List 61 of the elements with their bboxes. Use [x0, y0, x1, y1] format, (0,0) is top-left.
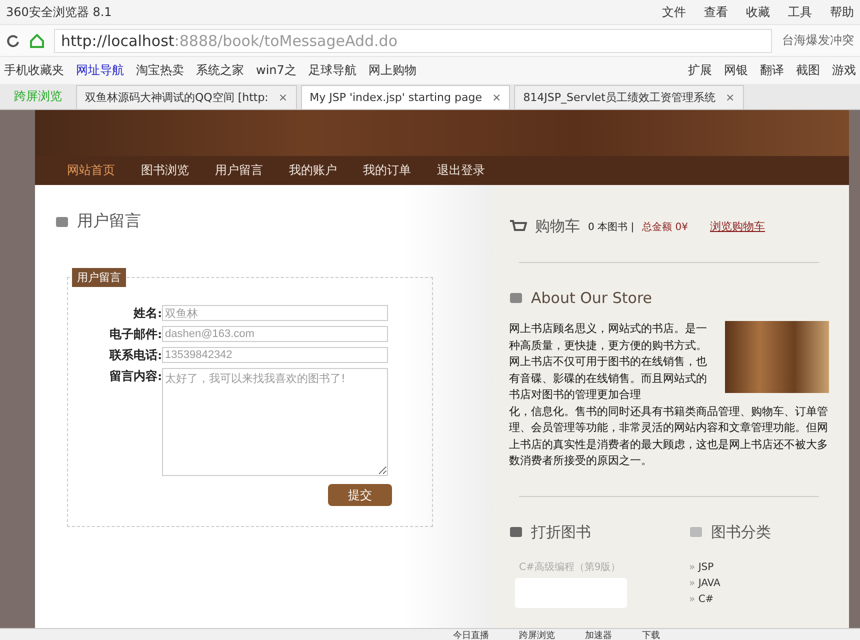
close-tab-button[interactable]: ×	[492, 91, 502, 104]
status-item[interactable]: 下载	[642, 629, 660, 640]
list-marker: »	[689, 578, 696, 588]
status-item[interactable]: 今日直播	[453, 629, 489, 640]
bookmark-link[interactable]: 手机收藏夹	[4, 62, 64, 79]
nav-link[interactable]: 图书浏览	[141, 162, 189, 179]
bookmark-link[interactable]: 足球导航	[308, 62, 356, 79]
close-tab-button[interactable]: ×	[278, 91, 288, 104]
section-title: 打折图书	[531, 522, 591, 542]
refresh-icon[interactable]	[6, 34, 20, 48]
view-cart-link[interactable]: 浏览购物车	[710, 219, 765, 234]
browser-tab[interactable]: 双鱼林源码大神调试的QQ空间 [http: ×	[76, 85, 297, 109]
about-text: 化，信息化。售书的同时还具有书籍类商品管理、购物车、订单管理、会员管理等功能，非常灵活的网站内容和文章管理功能。但网上书店的真实性是消费者的最大顾虑，这也是网上书店还不被大多数消费者所接受的原因之一。	[509, 404, 829, 469]
cart-count: 0 本图书 |	[588, 220, 634, 234]
page-title: 用户留言	[77, 211, 141, 232]
menu-item[interactable]: 工具	[788, 4, 812, 20]
bookmark-link[interactable]: 系统之家	[196, 62, 244, 79]
cart-total: 总金额 0¥	[642, 220, 688, 234]
category-link[interactable]: JSP	[698, 562, 714, 572]
nav-link[interactable]: 网站首页	[67, 162, 115, 179]
nav-link[interactable]: 用户留言	[215, 162, 263, 179]
submit-button[interactable]: 提交	[328, 484, 392, 506]
field-label: 联系电话:	[108, 347, 162, 364]
search-field[interactable]: 台海爆发冲突	[782, 32, 854, 49]
nav-link[interactable]: 退出登录	[437, 162, 485, 179]
bookmark-link[interactable]: 淘宝热卖	[136, 62, 184, 79]
cart-title: 购物车	[535, 217, 580, 236]
toolbar-button[interactable]: 截图	[796, 62, 820, 79]
home-icon[interactable]	[30, 34, 44, 48]
about-text: 网上书店顾名思义，网站式的书店。是一种高质量，更快捷，更方便的购书方式。网上书店不仅可用于图书的在线销售，也有音碟、影碟的在线销售。而且网站式的书店对图书的管理更加合理	[509, 321, 708, 403]
book-title: C#高级编程（第9版）	[519, 560, 622, 574]
toolbar-button[interactable]: 游戏	[832, 62, 856, 79]
status-item[interactable]: 跨屏浏览	[519, 629, 555, 640]
list-marker: »	[689, 562, 696, 572]
field-label: 姓名:	[132, 305, 162, 322]
category-link[interactable]: JAVA	[698, 578, 720, 588]
menu-item[interactable]: 文件	[662, 4, 686, 20]
form-legend: 用户留言	[72, 268, 126, 287]
menu-item[interactable]: 查看	[704, 4, 728, 20]
field-label: 电子邮件:	[108, 326, 162, 343]
section-title: 图书分类	[711, 522, 771, 542]
browser-tab[interactable]: 814JSP_Servlet员工绩效工资管理系统 ×	[514, 85, 744, 109]
menu-item[interactable]: 收藏	[746, 4, 770, 20]
about-title: About Our Store	[531, 289, 652, 307]
address-field[interactable]: http://localhost:8888/book/toMessageAdd.do	[54, 28, 772, 52]
status-item[interactable]: 加速器	[585, 629, 612, 640]
nav-link[interactable]: 我的订单	[363, 162, 411, 179]
field-label: 留言内容:	[108, 368, 162, 385]
toolbar-button[interactable]: 翻译	[760, 62, 784, 79]
toolbar-button[interactable]: 网银	[724, 62, 748, 79]
bookmark-link[interactable]: 网址导航	[76, 62, 124, 79]
toolbar-button[interactable]: 扩展	[688, 62, 712, 79]
nav-link[interactable]: 我的账户	[289, 162, 337, 179]
menu-item[interactable]: 帮助	[830, 4, 854, 20]
bookmark-link[interactable]: 网上购物	[368, 62, 416, 79]
list-marker: »	[689, 594, 696, 604]
window-title: 360安全浏览器 8.1	[6, 4, 112, 20]
browser-tab[interactable]: My JSP 'index.jsp' starting page ×	[300, 85, 510, 109]
category-link[interactable]: C#	[698, 594, 714, 604]
close-tab-button[interactable]: ×	[725, 91, 735, 104]
bookmark-link[interactable]: win7之	[256, 62, 296, 79]
